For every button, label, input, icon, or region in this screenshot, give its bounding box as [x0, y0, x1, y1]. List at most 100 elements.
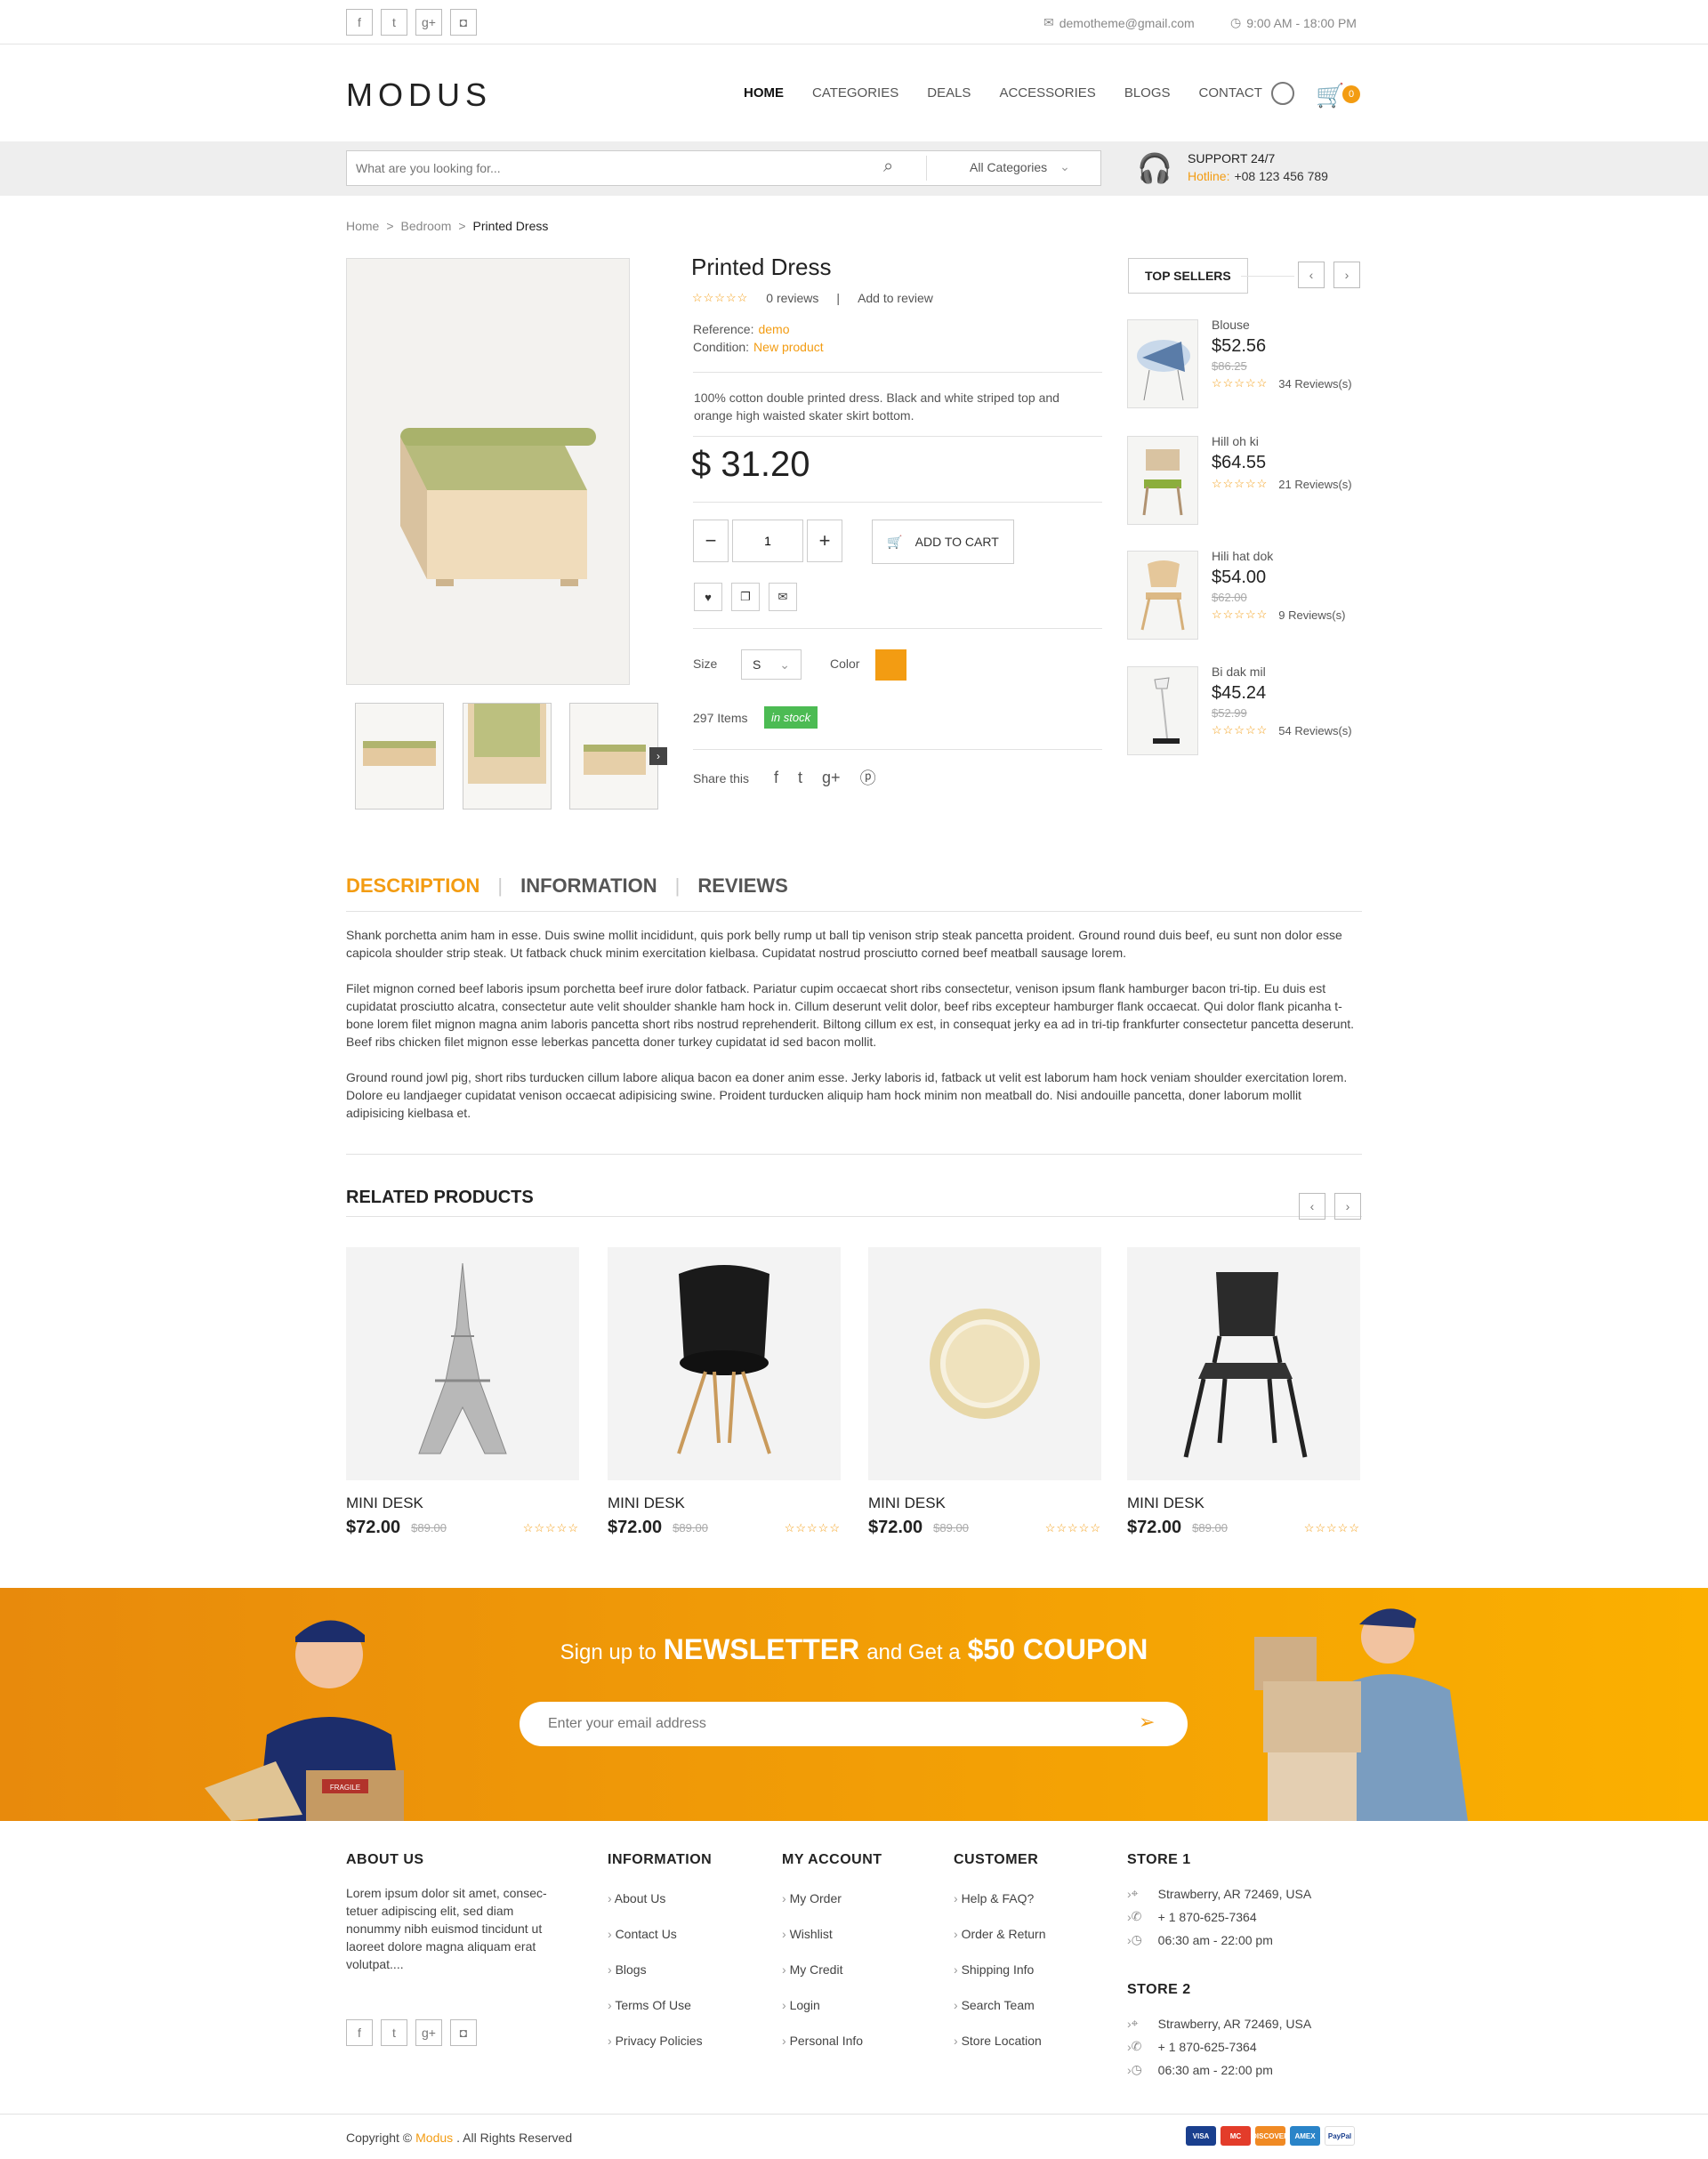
breadcrumb-bedroom[interactable]: Bedroom — [401, 219, 452, 233]
footer-col-customer: CUSTOMER Help & FAQ? Order & Return Ship… — [954, 1852, 1046, 2069]
product-image[interactable] — [868, 1247, 1101, 1480]
product-image[interactable] — [1127, 1247, 1360, 1480]
product-price: $ 31.20 — [691, 445, 810, 484]
nav-accessories[interactable]: ACCESSORIES — [999, 85, 1095, 101]
footer-link[interactable]: Blogs — [608, 1962, 712, 1977]
instagram-icon[interactable]: ◘ — [450, 9, 477, 36]
tab-reviews[interactable]: REVIEWS — [697, 874, 787, 898]
top-sellers-next-button[interactable]: › — [1333, 262, 1360, 288]
cart-icon: 🛒 — [887, 534, 903, 549]
search-input[interactable] — [356, 157, 872, 179]
share-icons: f t g+ ⓟ — [774, 766, 876, 789]
twitter-icon[interactable]: t — [381, 2019, 407, 2046]
product-image[interactable] — [1127, 436, 1198, 525]
related-prev-button[interactable]: ‹ — [1299, 1193, 1325, 1220]
footer-link[interactable]: Contact Us — [608, 1927, 712, 1941]
compare-icon[interactable]: ❐ — [731, 583, 760, 611]
google-plus-icon[interactable]: g+ — [822, 769, 841, 787]
in-stock-badge: in stock — [764, 706, 818, 729]
pinterest-icon[interactable]: ⓟ — [860, 766, 876, 789]
facebook-icon[interactable]: f — [346, 2019, 373, 2046]
product-image[interactable] — [1127, 551, 1198, 640]
top-seller-info: Hill oh ki $64.55 ☆☆☆☆☆ 21 Reviews(s) — [1212, 434, 1352, 491]
nav-blogs[interactable]: BLOGS — [1124, 85, 1171, 101]
footer-link[interactable]: Wishlist — [782, 1927, 882, 1941]
nav-contact[interactable]: CONTACT — [1199, 85, 1262, 101]
top-seller-item[interactable]: Bi dak mil $45.24 $52.99 ☆☆☆☆☆ 54 Reviews… — [1127, 665, 1358, 764]
cart-icon[interactable]: 🛒 — [1316, 82, 1344, 109]
add-to-cart-button[interactable]: 🛒 ADD TO CART — [872, 520, 1014, 564]
related-product-card[interactable]: MINI DESK $72.00 $89.00 ☆☆☆☆☆ — [346, 1247, 579, 1538]
footer-about: ABOUT US Lorem ipsum dolor sit amet, con… — [346, 1852, 547, 1971]
facebook-icon[interactable]: f — [346, 9, 373, 36]
location-pin-icon: ⌖ — [1131, 2016, 1139, 2030]
product-thumbnail[interactable] — [569, 703, 658, 810]
phone-icon: ✆ — [1131, 2039, 1142, 2053]
size-select[interactable]: S ⌄ — [741, 649, 802, 680]
footer-link[interactable]: Login — [782, 1998, 882, 2012]
footer-col-my-account: MY ACCOUNT My Order Wishlist My Credit L… — [782, 1852, 882, 2069]
headset-icon: 🎧 — [1137, 152, 1172, 184]
divider — [693, 502, 1102, 503]
related-product-card[interactable]: MINI DESK $72.00 $89.00 ☆☆☆☆☆ — [1127, 1247, 1360, 1538]
google-plus-icon[interactable]: g+ — [415, 9, 442, 36]
product-actions: ♥ ❐ ✉ — [694, 583, 797, 611]
nav-deals[interactable]: DEALS — [927, 85, 971, 101]
product-image[interactable] — [1127, 666, 1198, 755]
nav-home[interactable]: HOME — [744, 85, 784, 101]
related-next-button[interactable]: › — [1334, 1193, 1361, 1220]
related-product-card[interactable]: MINI DESK $72.00 $89.00 ☆☆☆☆☆ — [868, 1247, 1101, 1538]
top-bar — [0, 0, 1708, 44]
footer-link[interactable]: My Credit — [782, 1962, 882, 1977]
send-icon[interactable]: ➢ — [1139, 1711, 1155, 1734]
footer-link[interactable]: My Order — [782, 1891, 882, 1905]
instagram-icon[interactable]: ◘ — [450, 2019, 477, 2046]
footer-link[interactable]: Privacy Policies — [608, 2034, 712, 2048]
user-icon[interactable] — [1271, 82, 1294, 105]
twitter-icon[interactable]: t — [798, 769, 802, 787]
newsletter-email-input[interactable] — [548, 1713, 1100, 1735]
tab-information[interactable]: INFORMATION — [520, 874, 657, 898]
product-thumbnail[interactable] — [463, 703, 552, 810]
search-icon[interactable]: ⌕ — [883, 157, 893, 177]
qty-input[interactable] — [732, 520, 803, 562]
product-image[interactable] — [608, 1247, 841, 1480]
twitter-icon[interactable]: t — [381, 9, 407, 36]
rating-stars: ☆☆☆☆☆ — [692, 291, 749, 304]
product-image[interactable] — [1127, 319, 1198, 408]
top-seller-item[interactable]: Hili hat dok $54.00 $62.00 ☆☆☆☆☆ 9 Review… — [1127, 549, 1358, 649]
breadcrumb-home[interactable]: Home — [346, 219, 379, 233]
footer-link[interactable]: Store Location — [954, 2034, 1046, 2048]
footer-link[interactable]: Search Team — [954, 1998, 1046, 2012]
qty-minus-button[interactable]: − — [693, 520, 729, 562]
thumbnail-next-arrow[interactable]: › — [649, 747, 667, 765]
logo[interactable]: MODUS — [346, 77, 492, 114]
footer-link[interactable]: Order & Return — [954, 1927, 1046, 1941]
product-image[interactable] — [346, 1247, 579, 1480]
facebook-icon[interactable]: f — [774, 769, 778, 787]
nav-categories[interactable]: CATEGORIES — [812, 85, 898, 101]
top-seller-item[interactable]: Blouse $52.56 $86.25 ☆☆☆☆☆ 34 Reviews(s) — [1127, 318, 1358, 417]
footer-link[interactable]: About Us — [608, 1891, 712, 1905]
divider — [346, 911, 1362, 912]
footer-link[interactable]: Terms Of Use — [608, 1998, 712, 2012]
tab-description[interactable]: DESCRIPTION — [346, 874, 479, 898]
footer-store-2: STORE 2 ⌖Strawberry, AR 72469, USA ✆+ 1 … — [1127, 1982, 1311, 2085]
stock-count: 297 Items — [693, 711, 748, 725]
qty-plus-button[interactable]: + — [807, 520, 842, 562]
related-title: RELATED PRODUCTS — [346, 1188, 534, 1207]
product-thumbnail[interactable] — [355, 703, 444, 810]
top-seller-info: Blouse $52.56 $86.25 ☆☆☆☆☆ 34 Reviews(s) — [1212, 318, 1352, 391]
product-main-image[interactable] — [346, 258, 630, 685]
category-select[interactable]: All Categories ⌄ — [970, 159, 1070, 174]
top-seller-item[interactable]: Hill oh ki $64.55 ☆☆☆☆☆ 21 Reviews(s) — [1127, 434, 1358, 534]
envelope-icon[interactable]: ✉ — [769, 583, 797, 611]
footer-link[interactable]: Shipping Info — [954, 1962, 1046, 1977]
heart-icon[interactable]: ♥ — [694, 583, 722, 611]
color-swatch[interactable] — [875, 649, 906, 681]
footer-link[interactable]: Help & FAQ? — [954, 1891, 1046, 1905]
top-sellers-prev-button[interactable]: ‹ — [1298, 262, 1325, 288]
related-product-card[interactable]: MINI DESK $72.00 $89.00 ☆☆☆☆☆ — [608, 1247, 841, 1538]
google-plus-icon[interactable]: g+ — [415, 2019, 442, 2046]
footer-link[interactable]: Personal Info — [782, 2034, 882, 2048]
